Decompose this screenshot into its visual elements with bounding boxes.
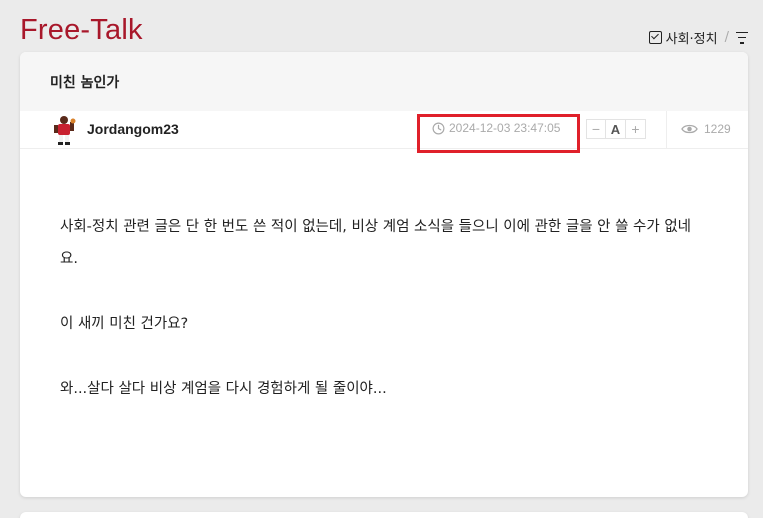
avatar-icon[interactable]: [52, 115, 76, 145]
font-size-label[interactable]: A: [606, 119, 626, 139]
post-card: 미친 놈인가 Jordangom23 2024-12-03 23:47:05 −…: [20, 52, 748, 497]
paragraph: 이 새끼 미친 건가요?: [60, 316, 189, 332]
post-datetime: 2024-12-03 23:47:05: [432, 121, 560, 135]
filter-icon[interactable]: [735, 31, 749, 44]
clock-icon: [432, 122, 445, 134]
view-count: 1229: [681, 122, 731, 136]
font-increase-button[interactable]: +: [626, 119, 646, 139]
post-title: 미친 놈인가: [50, 74, 120, 91]
post-content: 사회-정치 관련 글은 단 한 번도 쓴 적이 없는데, 비상 계엄 소식을 들…: [20, 149, 748, 405]
checkbox-checked-icon[interactable]: [648, 31, 662, 44]
category-filter: 사회·정치 /: [648, 28, 749, 47]
post-header: 미친 놈인가: [20, 52, 748, 111]
font-decrease-button[interactable]: −: [586, 119, 606, 139]
author-name[interactable]: Jordangom23: [87, 121, 179, 137]
paragraph: 와...살다 살다 비상 계엄을 다시 경험하게 될 줄이야...: [60, 381, 387, 397]
font-size-control: − A +: [586, 119, 646, 139]
eye-icon: [681, 124, 698, 134]
datetime-text: 2024-12-03 23:47:05: [449, 121, 561, 135]
view-count-text: 1229: [704, 122, 731, 136]
separator: /: [724, 30, 729, 45]
paragraph: 사회-정치 관련 글은 단 한 번도 쓴 적이 없는데, 비상 계엄 소식을 들…: [60, 219, 692, 267]
board-title[interactable]: Free-Talk: [20, 14, 143, 47]
post-meta: Jordangom23 2024-12-03 23:47:05 − A + 12…: [20, 111, 748, 153]
category-label[interactable]: 사회·정치: [666, 28, 718, 47]
next-card: [20, 512, 748, 518]
divider: [666, 111, 667, 149]
